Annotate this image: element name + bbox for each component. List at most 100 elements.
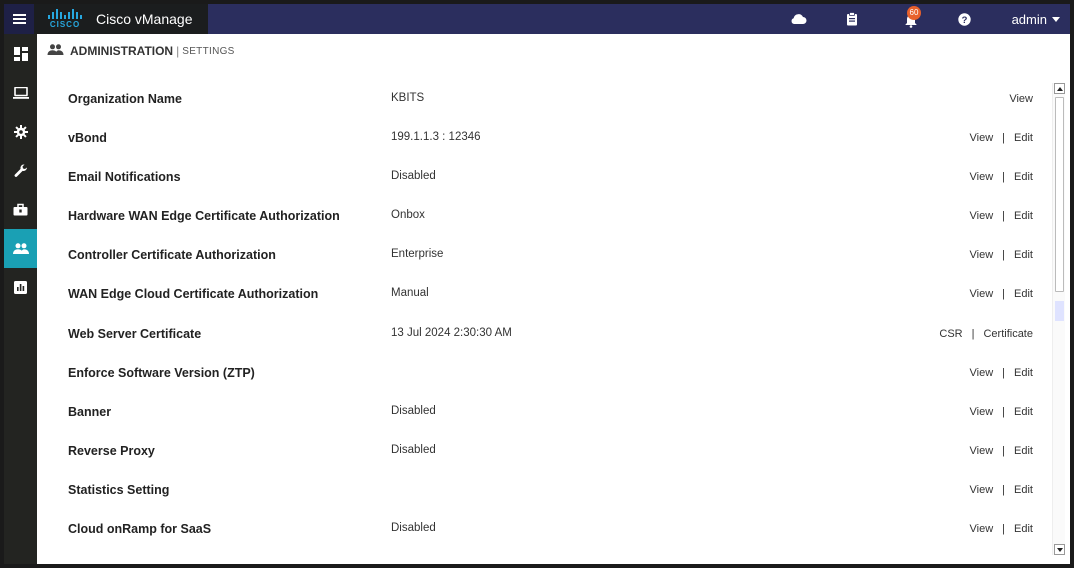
tools-wrench-icon[interactable] [4, 151, 37, 190]
setting-actions: View | Edit [970, 406, 1033, 418]
dashboard-icon[interactable] [4, 34, 37, 73]
setting-name: Hardware WAN Edge Certificate Authorizat… [68, 209, 340, 224]
action-separator: | [1002, 288, 1006, 301]
setting-name: Banner [68, 404, 112, 419]
vertical-scrollbar[interactable] [1052, 83, 1065, 555]
configuration-gear-icon[interactable] [4, 112, 37, 151]
setting-name: Reverse Proxy [68, 443, 155, 458]
view-link[interactable]: View [970, 523, 994, 535]
settings-list: Organization Name KBITS View vBond 199.1.1.3… [37, 80, 1047, 549]
settings-row: Organization Name KBITS View [37, 80, 1047, 119]
view-link[interactable]: View [970, 484, 994, 496]
action-separator: | [1002, 523, 1006, 536]
setting-name: Enforce Software Version (ZTP) [68, 365, 255, 380]
settings-row: WAN Edge Cloud Certificate Authorization… [37, 275, 1047, 314]
monitor-icon[interactable] [4, 73, 37, 112]
analytics-chart-icon[interactable] [4, 268, 37, 307]
hamburger-menu-icon[interactable] [4, 4, 34, 34]
setting-value: Disabled [391, 404, 436, 417]
setting-actions: View | Edit [970, 132, 1033, 144]
csr-link[interactable]: CSR [939, 328, 962, 340]
view-link[interactable]: View [970, 367, 994, 379]
edit-link[interactable]: Edit [1014, 132, 1033, 144]
users-icon [47, 42, 64, 60]
edit-link[interactable]: Edit [1014, 210, 1033, 222]
scrollbar-thumb[interactable] [1055, 97, 1064, 292]
edit-link[interactable]: Edit [1014, 445, 1033, 457]
settings-row: vBond 199.1.1.3 : 12346 View | Edit [37, 119, 1047, 158]
setting-value: Manual [391, 287, 429, 300]
chevron-down-icon [1052, 16, 1060, 22]
setting-actions: View | Edit [970, 484, 1033, 496]
setting-name: Email Notifications [68, 170, 181, 185]
cloud-icon[interactable] [787, 4, 809, 34]
breadcrumb-settings: SETTINGS [182, 45, 235, 57]
action-separator: | [1002, 444, 1006, 457]
settings-row: Email Notifications Disabled View | Edit [37, 158, 1047, 197]
top-navigation-bar: CISCO Cisco vManage 60 ? admin [4, 4, 1070, 34]
scroll-up-button[interactable] [1054, 83, 1065, 94]
setting-value: 13 Jul 2024 2:30:30 AM [391, 326, 512, 339]
setting-actions: CSR | Certificate [939, 328, 1033, 340]
left-sidebar [4, 34, 37, 564]
settings-row: Enforce Software Version (ZTP) View | Edit [37, 354, 1047, 393]
edit-link[interactable]: Edit [1014, 249, 1033, 261]
setting-value: Disabled [391, 170, 436, 183]
user-menu[interactable]: admin [1012, 4, 1060, 34]
app-title: Cisco vManage [96, 11, 193, 27]
setting-value: KBITS [391, 92, 425, 104]
action-separator: | [1002, 483, 1006, 496]
setting-value: Disabled [391, 522, 436, 535]
action-separator: | [1002, 171, 1006, 184]
setting-actions: View | Edit [970, 210, 1033, 222]
setting-name: Web Server Certificate [68, 326, 202, 341]
setting-value: Onbox [391, 209, 425, 222]
settings-row: Web Server Certificate 13 Jul 2024 2:30:3… [37, 315, 1047, 354]
action-separator: | [1002, 366, 1006, 379]
clipboard-icon[interactable] [844, 4, 860, 34]
user-name: admin [1011, 11, 1047, 27]
edit-link[interactable]: Edit [1014, 484, 1033, 496]
setting-name: Cloud onRamp for SaaS [68, 522, 212, 537]
notification-count-badge: 60 [907, 6, 921, 20]
cisco-wordmark: CISCO [49, 20, 81, 29]
scroll-down-button[interactable] [1054, 544, 1065, 555]
setting-actions: View | Edit [970, 288, 1033, 300]
setting-actions: View | Edit [970, 445, 1033, 457]
setting-name: WAN Edge Cloud Certificate Authorization [68, 287, 319, 302]
settings-row: Statistics Setting View | Edit [37, 471, 1047, 510]
setting-value: Disabled [391, 443, 436, 456]
edit-link[interactable]: Edit [1014, 367, 1033, 379]
certificate-link[interactable]: Certificate [983, 328, 1033, 340]
view-link[interactable]: View [970, 210, 994, 222]
setting-actions: View | Edit [970, 171, 1033, 183]
view-link[interactable]: View [970, 445, 994, 457]
setting-value: Enterprise [391, 248, 444, 261]
settings-row: Reverse Proxy Disabled View | Edit [37, 432, 1047, 471]
breadcrumb-administration[interactable]: ADMINISTRATION [70, 44, 173, 58]
settings-row: Controller Certificate Authorization Ente… [37, 236, 1047, 275]
arrow-up-icon [1056, 86, 1063, 91]
settings-row: Cloud onRamp for SaaS Disabled View | Edit [37, 510, 1047, 549]
view-link[interactable]: View [1009, 93, 1033, 105]
view-link[interactable]: View [970, 288, 994, 300]
view-link[interactable]: View [970, 406, 994, 418]
administration-users-icon[interactable] [4, 229, 37, 268]
view-link[interactable]: View [970, 132, 994, 144]
edit-link[interactable]: Edit [1014, 171, 1033, 183]
edit-link[interactable]: Edit [1014, 406, 1033, 418]
edit-link[interactable]: Edit [1014, 288, 1033, 300]
view-link[interactable]: View [970, 171, 994, 183]
setting-value: 199.1.1.3 : 12346 [391, 131, 481, 144]
settings-row: Banner Disabled View | Edit [37, 393, 1047, 432]
help-icon[interactable]: ? [956, 4, 972, 34]
setting-name: Controller Certificate Authorization [68, 248, 276, 263]
edit-link[interactable]: Edit [1014, 523, 1033, 535]
view-link[interactable]: View [970, 249, 994, 261]
action-separator: | [1002, 132, 1006, 145]
maintenance-toolbox-icon[interactable] [4, 190, 37, 229]
arrow-down-icon [1056, 547, 1063, 552]
main-content: ADMINISTRATION | SETTINGS Organization N… [37, 34, 1070, 564]
settings-row: Hardware WAN Edge Certificate Authorizat… [37, 197, 1047, 236]
bell-icon[interactable]: 60 [898, 4, 924, 34]
